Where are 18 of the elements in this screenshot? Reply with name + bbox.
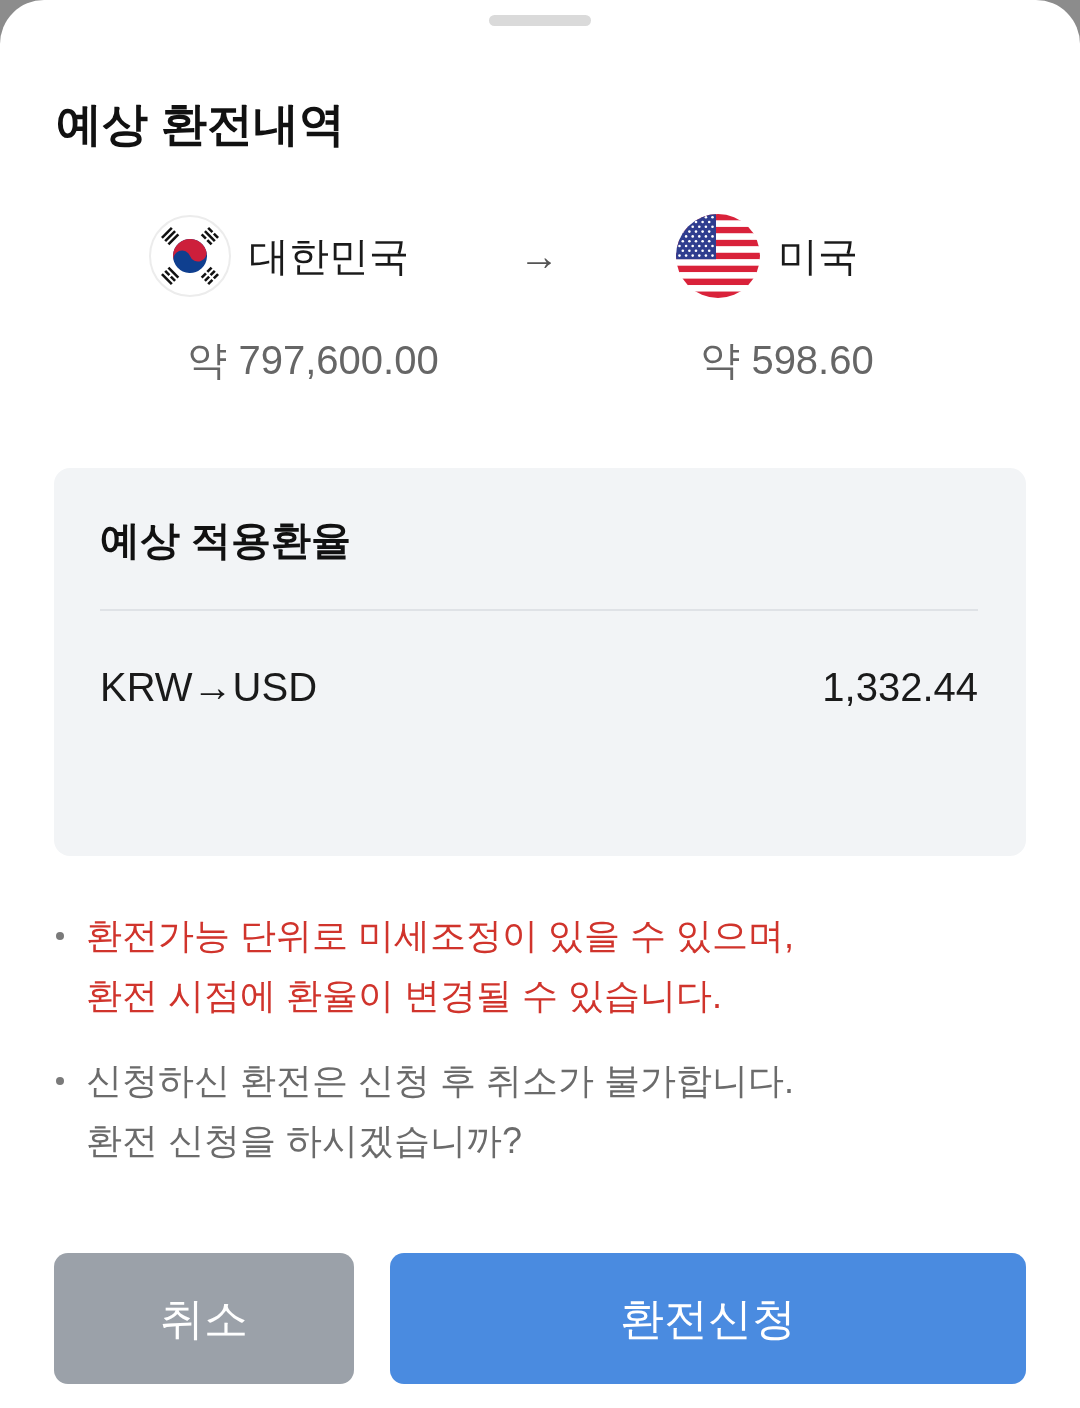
warning-note: 환전가능 단위로 미세조정이 있을 수 있으며, 환전 시점에 환율이 변경될 수 있습니다. [86,914,794,1018]
country-name: 대한민국 [249,233,409,280]
sheet-handle[interactable] [489,15,591,26]
arrow-text: → [519,233,559,280]
amount-text: 약 797,600.00 [187,337,439,384]
country-name: 미국 [778,233,858,280]
rate-value: 1,332.44 [822,664,978,711]
exchange-request-button[interactable]: 환전신청 [390,1253,1026,1384]
bullet-icon [56,1077,64,1085]
amount-text: 약 598.60 [700,337,874,384]
sheet-title: 예상 환전내역 [56,97,345,152]
korea-flag-icon [149,215,231,297]
us-flag-icon [676,214,760,298]
cancel-button[interactable]: 취소 [54,1253,354,1384]
card-title: 예상 적용환율 [100,517,352,564]
info-note: 신청하신 환전은 신청 후 취소가 불가합니다. 환전 신청을 하시겠습니까? [86,1059,794,1163]
currency-pair: KRW→USD [100,664,318,711]
bullet-icon [56,932,64,940]
